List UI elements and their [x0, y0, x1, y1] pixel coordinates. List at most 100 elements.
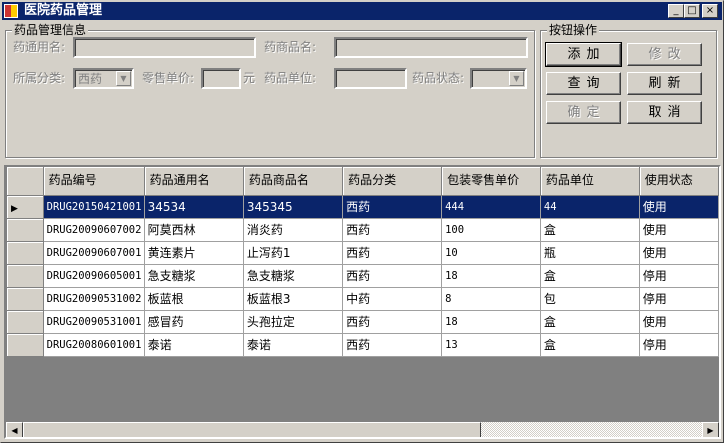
table-cell[interactable]: 10: [441, 240, 541, 265]
table-cell[interactable]: 阿莫西林: [143, 217, 244, 242]
table-cell[interactable]: 34534: [143, 194, 244, 219]
row-header[interactable]: [6, 286, 44, 311]
table-cell[interactable]: 盒: [539, 263, 640, 288]
drug-table: 药品编号 药品通用名 药品商品名 药品分类 包装零售单价 药品单位 使用状态 ▶ DRUG20…: [6, 167, 719, 357]
cancel-button[interactable]: 取消: [627, 101, 702, 124]
table-cell[interactable]: DRUG20090607002: [42, 217, 145, 242]
row-header[interactable]: [6, 332, 44, 357]
table-cell[interactable]: 345345: [242, 194, 344, 219]
scroll-left-button[interactable]: ◀: [6, 422, 23, 437]
column-header[interactable]: 药品分类: [342, 167, 443, 196]
horizontal-scrollbar[interactable]: ◀ ▶: [6, 422, 719, 437]
table-cell[interactable]: 444: [441, 194, 541, 219]
column-header[interactable]: 药品商品名: [243, 167, 344, 196]
table-cell[interactable]: 中药: [342, 286, 443, 311]
chevron-down-icon[interactable]: ▼: [509, 71, 524, 86]
confirm-button[interactable]: 确定: [546, 101, 621, 124]
table-row[interactable]: DRUG20090605001 急支糖浆 急支糖浆 西药 18 盒停用: [6, 263, 719, 288]
table-cell[interactable]: DRUG20090531001: [42, 309, 145, 334]
table-cell[interactable]: DRUG20090531002: [42, 286, 145, 311]
grid-header-row: 药品编号 药品通用名 药品商品名 药品分类 包装零售单价 药品单位 使用状态: [6, 167, 719, 196]
table-cell[interactable]: 停用: [638, 263, 719, 288]
query-button[interactable]: 查询: [546, 72, 621, 95]
table-cell[interactable]: 瓶: [539, 240, 640, 265]
column-header[interactable]: 药品编号: [43, 167, 145, 196]
table-cell[interactable]: 盒: [539, 217, 640, 242]
row-header[interactable]: [6, 309, 44, 334]
table-cell[interactable]: DRUG20090605001: [42, 263, 145, 288]
title-bar: 医院药品管理: [2, 2, 722, 20]
table-cell[interactable]: 急支糖浆: [143, 263, 244, 288]
table-cell[interactable]: 18: [441, 309, 541, 334]
table-cell[interactable]: 使用: [638, 194, 719, 219]
scrollbar-thumb[interactable]: [23, 422, 481, 437]
row-header[interactable]: ▶: [6, 194, 44, 219]
table-cell[interactable]: 100: [441, 217, 541, 242]
table-row[interactable]: ▶ DRUG20150421001 34534 345345 西药 444 44 使用: [6, 194, 719, 219]
table-cell[interactable]: 包: [539, 286, 640, 311]
row-header[interactable]: [6, 240, 44, 265]
status-select[interactable]: ▼: [470, 68, 527, 89]
table-cell[interactable]: 停用: [638, 332, 719, 357]
add-button[interactable]: 添加: [545, 42, 622, 67]
row-header[interactable]: [6, 263, 44, 288]
column-header[interactable]: 包装零售单价: [441, 167, 541, 196]
row-header[interactable]: [6, 217, 44, 242]
table-cell[interactable]: 西药: [342, 263, 443, 288]
table-cell[interactable]: 盒: [539, 309, 640, 334]
table-cell[interactable]: 13: [441, 332, 541, 357]
generic-name-input[interactable]: [73, 37, 256, 58]
table-row[interactable]: DRUG20090607002 阿莫西林 消炎药 西药 100 盒使用: [6, 217, 719, 242]
table-cell[interactable]: 黄连素片: [143, 240, 244, 265]
table-cell[interactable]: 感冒药: [143, 309, 244, 334]
currency-unit-label: 元: [243, 71, 256, 85]
table-cell[interactable]: 西药: [342, 309, 443, 334]
table-cell[interactable]: 西药: [342, 217, 443, 242]
maximize-button[interactable]: □: [684, 4, 700, 18]
table-cell[interactable]: 泰诺: [143, 332, 244, 357]
table-cell[interactable]: 停用: [638, 286, 719, 311]
table-cell[interactable]: 板蓝根: [143, 286, 244, 311]
trade-name-input[interactable]: [334, 37, 528, 58]
table-cell[interactable]: 使用: [638, 309, 719, 334]
table-cell[interactable]: 西药: [342, 332, 443, 357]
retail-price-input[interactable]: [201, 68, 241, 89]
table-row[interactable]: DRUG20090531002 板蓝根 板蓝根3 中药 8 包停用: [6, 286, 719, 311]
table-cell[interactable]: 盒: [539, 332, 640, 357]
category-select[interactable]: 西药 ▼: [73, 68, 134, 89]
table-cell[interactable]: 44: [539, 194, 640, 219]
table-cell[interactable]: 消炎药: [242, 217, 344, 242]
status-label: 药品状态:: [412, 71, 465, 85]
table-cell[interactable]: 18: [441, 263, 541, 288]
unit-input[interactable]: [334, 68, 407, 89]
table-cell[interactable]: 止泻药1: [242, 240, 344, 265]
table-cell[interactable]: 8: [441, 286, 541, 311]
close-button[interactable]: ×: [702, 4, 718, 18]
table-row[interactable]: DRUG20090607001 黄连素片 止泻药1 西药 10 瓶使用: [6, 240, 719, 265]
table-cell[interactable]: 使用: [638, 240, 719, 265]
scroll-right-button[interactable]: ▶: [702, 422, 719, 437]
refresh-button[interactable]: 刷新: [627, 72, 702, 95]
table-cell[interactable]: DRUG20150421001: [42, 194, 145, 219]
current-row-arrow-icon: ▶: [11, 203, 18, 214]
table-row[interactable]: DRUG20080601001 泰诺 泰诺 西药 13 盒停用: [6, 332, 719, 357]
column-header[interactable]: 药品单位: [540, 167, 640, 196]
table-cell[interactable]: 西药: [342, 194, 443, 219]
table-cell[interactable]: DRUG20080601001: [42, 332, 145, 357]
app-icon: [4, 4, 18, 18]
table-cell[interactable]: 使用: [638, 217, 719, 242]
table-cell[interactable]: 西药: [342, 240, 443, 265]
table-row[interactable]: DRUG20090531001 感冒药 头孢拉定 西药 18 盒使用: [6, 309, 719, 334]
retail-price-label: 零售单价:: [142, 71, 195, 85]
table-cell[interactable]: 泰诺: [242, 332, 344, 357]
column-header[interactable]: 使用状态: [639, 167, 719, 196]
table-cell[interactable]: DRUG20090607001: [42, 240, 145, 265]
column-header[interactable]: 药品通用名: [144, 167, 244, 196]
edit-button[interactable]: 修改: [627, 43, 702, 66]
table-cell[interactable]: 急支糖浆: [242, 263, 344, 288]
table-cell[interactable]: 板蓝根3: [242, 286, 344, 311]
table-cell[interactable]: 头孢拉定: [242, 309, 344, 334]
chevron-down-icon[interactable]: ▼: [116, 71, 131, 86]
row-header-corner: [6, 167, 44, 196]
minimize-button[interactable]: _: [668, 4, 684, 18]
